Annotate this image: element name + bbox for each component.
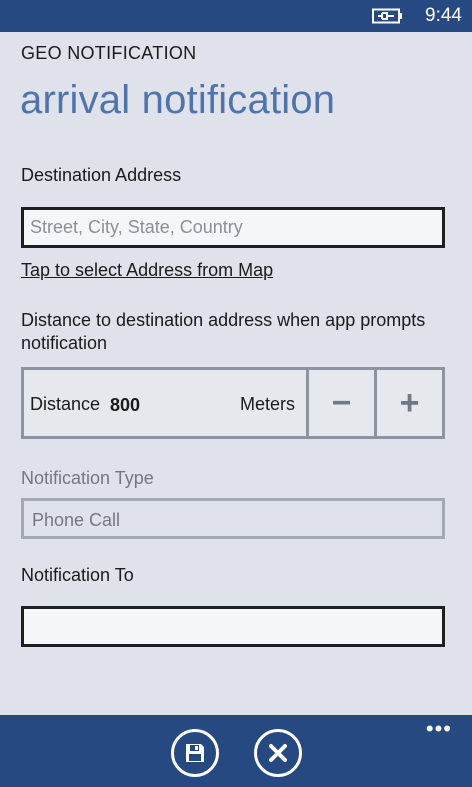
- app-label: GEO NOTIFICATION: [21, 43, 197, 63]
- app-bar: •••: [0, 715, 472, 787]
- notification-type-label: Notification Type: [21, 468, 154, 488]
- save-button[interactable]: [171, 729, 219, 777]
- destination-label: Destination Address: [21, 165, 182, 185]
- distance-unit: Meters: [240, 394, 296, 414]
- distance-description: Distance to destination address when app…: [21, 310, 426, 353]
- distance-label: Distance: [30, 394, 101, 414]
- destination-address-input[interactable]: [21, 207, 445, 248]
- notification-to-input[interactable]: [21, 606, 445, 647]
- status-bar: 9:44: [0, 0, 472, 32]
- distance-stepper: Distance 800 Meters − +: [21, 367, 445, 439]
- notification-type-select[interactable]: Phone Call: [21, 498, 445, 539]
- more-options-button[interactable]: •••: [426, 717, 452, 741]
- save-icon: [186, 744, 204, 762]
- status-clock: 9:44: [425, 5, 462, 26]
- decrement-distance-button[interactable]: −: [306, 367, 377, 439]
- page-title: arrival notification: [20, 78, 336, 122]
- cancel-button[interactable]: [254, 729, 302, 777]
- notification-to-label: Notification To: [21, 565, 134, 585]
- distance-value[interactable]: 800: [110, 395, 140, 416]
- increment-distance-button[interactable]: +: [374, 367, 445, 439]
- close-icon: [269, 744, 287, 762]
- select-address-from-map-link[interactable]: Tap to select Address from Map: [21, 260, 273, 281]
- battery-charging-icon: [372, 8, 402, 24]
